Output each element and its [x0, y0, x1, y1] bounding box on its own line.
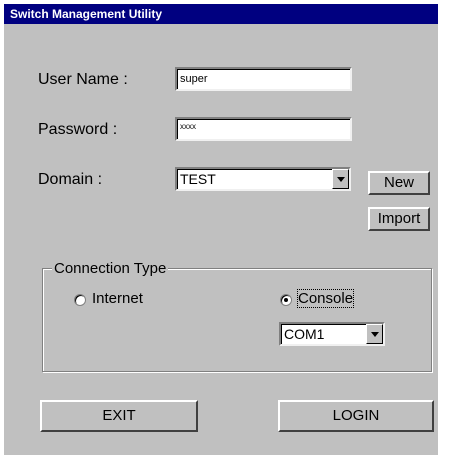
chevron-down-icon[interactable]	[366, 324, 383, 344]
login-button[interactable]: LOGIN	[278, 400, 434, 432]
password-field[interactable]: xxxx	[175, 117, 352, 141]
internet-radio[interactable]	[74, 294, 86, 306]
chevron-down-icon[interactable]	[332, 169, 349, 189]
title-bar: Switch Management Utility	[4, 4, 438, 24]
connection-type-group	[42, 268, 432, 372]
com-port-select[interactable]: COM1	[279, 322, 385, 346]
new-domain-button[interactable]: New	[368, 171, 430, 195]
domain-value: TEST	[180, 171, 216, 187]
domain-label: Domain :	[38, 171, 103, 188]
domain-select[interactable]: TEST	[175, 167, 351, 191]
console-radio-label[interactable]: Console	[296, 289, 355, 308]
connection-type-label: Connection Type	[52, 260, 169, 277]
username-field[interactable]: super	[175, 67, 352, 91]
exit-button[interactable]: EXIT	[40, 400, 198, 432]
app-window: Switch Management Utility User Name : su…	[4, 4, 438, 455]
internet-radio-label[interactable]: Internet	[92, 290, 143, 307]
password-label: Password :	[38, 121, 118, 138]
console-radio[interactable]	[280, 294, 292, 306]
username-label: User Name :	[38, 71, 128, 88]
radio-selected-dot	[284, 298, 288, 302]
import-button[interactable]: Import	[368, 207, 430, 231]
com-port-value: COM1	[284, 326, 325, 342]
